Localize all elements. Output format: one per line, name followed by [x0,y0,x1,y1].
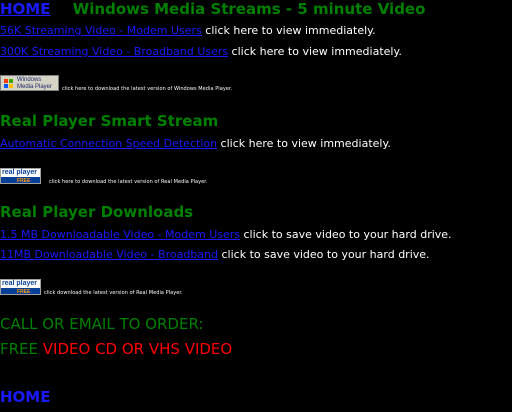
order-heading: CALL OR EMAIL TO ORDER: [0,315,204,333]
real-player-badge-1[interactable]: real player FREE [0,168,41,184]
order-offer-row: FREE VIDEO CD OR VHS VIDEO [0,340,232,358]
real-dl-broadband-text: click to save video to your hard drive. [218,248,430,261]
wms-broadband-text: click here to view immediately. [228,45,402,58]
real-dl-modem-row: 1.5 MB Downloadable Video - Modem Users … [0,228,452,241]
wms-modem-link[interactable]: 56K Streaming Video - Modem Users [0,24,202,37]
real-stream-heading: Real Player Smart Stream [0,112,219,130]
wmp-badge-line2: Media Player [17,84,53,90]
header-row: HOME Windows Media Streams - 5 minute Vi… [0,0,425,18]
real-dl-broadband-row: 11MB Downloadable Video - Broadband clic… [0,248,430,261]
windows-media-player-badge[interactable]: Windows Media Player [0,75,59,91]
real-downloads-heading: Real Player Downloads [0,203,194,221]
wms-broadband-link[interactable]: 300K Streaming Video - Broadband Users [0,45,228,58]
home-link-bottom[interactable]: HOME [0,388,50,406]
real-stream-link[interactable]: Automatic Connection Speed Detection [0,137,217,150]
real-dl-download-note[interactable]: click download the latest version of Rea… [44,290,183,296]
real-player-free-text: FREE [17,178,31,184]
real-stream-text: click here to view immediately. [217,137,391,150]
home-link-top[interactable]: HOME [0,0,50,18]
wms-broadband-row: 300K Streaming Video - Broadband Users c… [0,45,402,58]
real-dl-broadband-link[interactable]: 11MB Downloadable Video - Broadband [0,248,218,261]
real-dl-modem-text: click to save video to your hard drive. [240,228,452,241]
wmp-download-note[interactable]: click here to download the latest versio… [62,86,232,92]
windows-logo-icon [4,79,13,88]
real-player-badge-2[interactable]: real player FREE [0,279,41,295]
wmp-badge-line1: Windows [17,77,42,83]
real-player-free-text-2: FREE [17,289,31,295]
real-player-logo-text: real player [2,169,38,176]
real-dl-modem-link[interactable]: 1.5 MB Downloadable Video - Modem Users [0,228,240,241]
wms-modem-row: 56K Streaming Video - Modem Users click … [0,24,376,37]
real-player-logo-text-2: real player [2,280,38,287]
order-offer-link[interactable]: VIDEO CD OR VHS VIDEO [43,340,232,358]
real-stream-row: Automatic Connection Speed Detection cli… [0,137,391,150]
footer-row: HOME [0,388,50,406]
order-free-label: FREE [0,340,43,358]
page-title: Windows Media Streams - 5 minute Video [72,0,426,18]
wms-modem-text: click here to view immediately. [201,24,376,37]
real-stream-download-note[interactable]: click here to download the latest versio… [49,179,208,185]
